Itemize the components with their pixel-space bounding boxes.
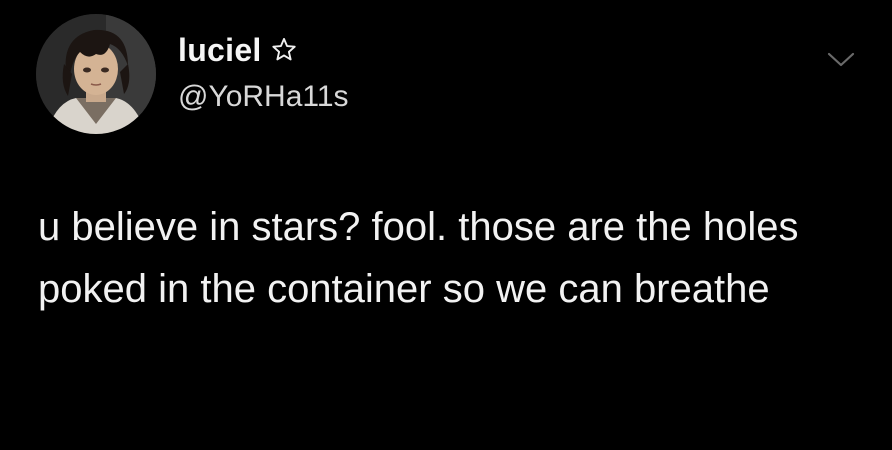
- user-handle[interactable]: @YoRHa11s: [178, 82, 349, 112]
- chevron-down-icon[interactable]: [826, 50, 856, 70]
- avatar[interactable]: [36, 14, 156, 134]
- display-name[interactable]: luciel: [178, 34, 262, 66]
- avatar-image-icon: [36, 14, 156, 134]
- author-row[interactable]: luciel: [178, 34, 298, 66]
- star-outline-icon: [270, 36, 298, 64]
- tweet-text: u believe in stars? fool. those are the …: [38, 205, 810, 311]
- tweet-card: luciel @YoRHa11s u believe in stars? foo…: [0, 0, 892, 450]
